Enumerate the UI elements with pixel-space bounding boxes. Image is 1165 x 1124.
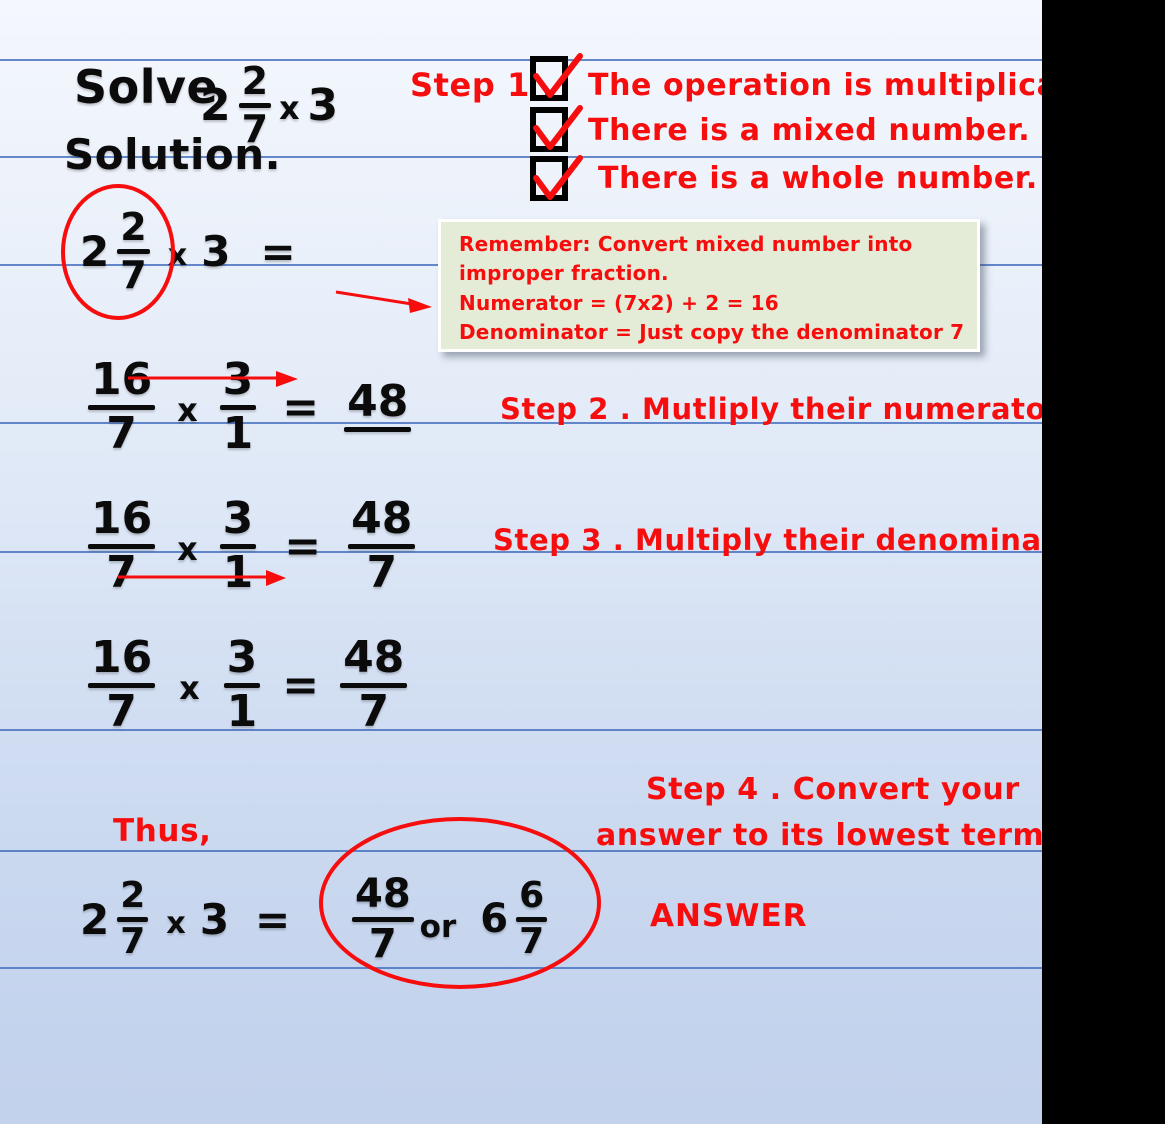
step4-label-line1: Step 4 . Convert your xyxy=(646,772,1020,807)
lined-paper-sheet: Solve 2 2 7 x 3 Solution. Step 1 . The o… xyxy=(0,0,1042,1124)
times-operator: x xyxy=(166,905,186,941)
answer-badge: ANSWER xyxy=(650,898,808,934)
or-label: or xyxy=(419,909,457,945)
times-operator: x xyxy=(177,532,198,568)
note-line: improper fraction. xyxy=(459,261,669,286)
remember-note-box: Remember: Convert mixed number into impr… xyxy=(438,219,980,352)
fraction-2-7: 2 7 xyxy=(117,878,149,960)
solution-label: Solution. xyxy=(64,130,282,179)
checkbox-whole-number[interactable] xyxy=(530,156,568,201)
fraction-6-7: 6 7 xyxy=(516,878,548,960)
equals-sign: = xyxy=(260,226,295,276)
fraction-bar xyxy=(344,427,412,432)
times-operator: x xyxy=(167,237,188,273)
checkbox-mixed-number[interactable] xyxy=(530,107,568,152)
fraction-2-7: 2 7 xyxy=(117,208,150,294)
note-line: Numerator = (7x2) + 2 = 16 xyxy=(459,290,779,315)
fraction-3-1: 3 1 xyxy=(223,636,261,734)
step2-expression: 16 7 x 3 1 = 48 xyxy=(84,358,415,456)
times-operator: x xyxy=(279,91,300,127)
equals-sign: = xyxy=(282,381,319,433)
fraction-48-7: 48 7 xyxy=(340,636,408,734)
times-operator: x xyxy=(177,393,198,429)
mixed-whole-part: 2 xyxy=(80,894,110,944)
fraction-48-blank: 48 xyxy=(344,380,412,434)
answer-whole-part: 6 xyxy=(480,896,509,942)
thus-label: Thus, xyxy=(113,813,212,849)
right-black-gutter xyxy=(1042,0,1165,1124)
restated-expression: 16 7 x 3 1 = 48 7 xyxy=(84,636,411,734)
whole-number: 3 xyxy=(307,79,339,131)
converted-source-expression: 2 2 7 x 3 = xyxy=(76,208,299,294)
equals-sign: = xyxy=(255,894,290,944)
check-item-label-1: The operation is multiplication. xyxy=(588,68,1042,103)
fraction-48-7: 48 7 xyxy=(348,497,416,595)
fraction-3-1: 3 1 xyxy=(219,358,257,456)
arrow-to-note xyxy=(335,290,432,313)
equals-sign: = xyxy=(284,520,321,572)
check-item-label-2: There is a mixed number. xyxy=(588,113,1031,148)
mixed-whole-part: 2 xyxy=(200,79,231,131)
slide-canvas: Solve 2 2 7 x 3 Solution. Step 1 . The o… xyxy=(0,0,1165,1124)
mixed-whole-part: 2 xyxy=(80,226,110,276)
fraction-16-7: 16 7 xyxy=(88,497,156,595)
equals-sign: = xyxy=(282,659,319,711)
fraction-48-7: 48 7 xyxy=(352,874,414,964)
conclusion-expression: 2 2 7 x 3 = xyxy=(76,878,293,960)
ruled-line xyxy=(0,967,1042,969)
times-operator: x xyxy=(179,671,200,707)
step2-label: Step 2 . Mutliply their numerators. xyxy=(500,392,1042,426)
check-item-label-3: There is a whole number. xyxy=(598,161,1038,196)
whole-number: 3 xyxy=(199,894,230,944)
fraction-3-1: 3 1 xyxy=(219,497,257,595)
fraction-16-7: 16 7 xyxy=(88,358,156,456)
checkbox-operation[interactable] xyxy=(530,56,568,101)
note-line: Denominator = Just copy the denominator … xyxy=(459,320,965,345)
note-line: Remember: Convert mixed number into xyxy=(459,232,913,256)
step4-label-line2: answer to its lowest term. xyxy=(596,818,1042,853)
whole-number: 3 xyxy=(201,226,231,276)
fraction-16-7: 16 7 xyxy=(88,636,156,734)
step3-expression: 16 7 x 3 1 = 48 7 xyxy=(84,497,419,595)
final-answer-expression: 48 7 or 6 6 7 xyxy=(348,874,551,964)
step3-label: Step 3 . Multiply their denominators. xyxy=(493,523,1042,557)
